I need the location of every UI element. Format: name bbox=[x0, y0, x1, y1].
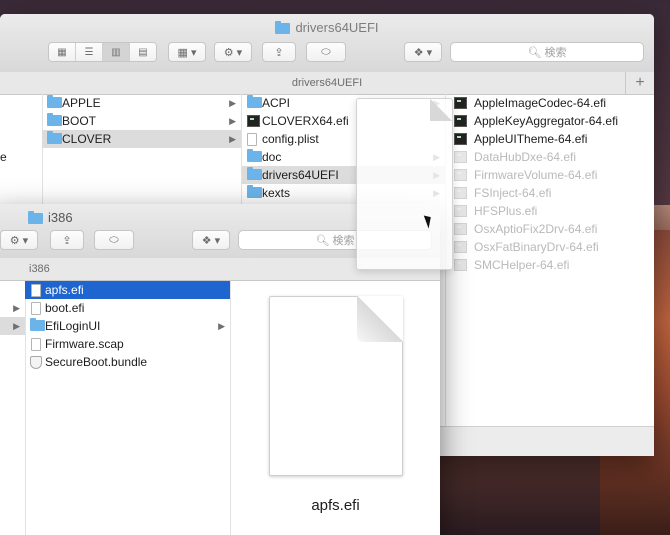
shield-bundle-icon bbox=[30, 356, 42, 369]
search-icon: 🔍︎ bbox=[315, 234, 333, 247]
list-item[interactable]: DataHubDxe-64.efi bbox=[446, 148, 654, 166]
chevron-right-icon: ▶ bbox=[218, 321, 225, 331]
icon-view-button[interactable]: ▦ bbox=[49, 43, 76, 61]
list-item[interactable]: ▶ bbox=[0, 299, 25, 317]
column-0[interactable]: ▶ ▶ bbox=[0, 281, 26, 535]
column-1[interactable]: apfs.efi boot.efi EfiLoginUI ▶ Firmware.s… bbox=[25, 281, 231, 535]
list-item[interactable]: OsxAptioFix2Drv-64.efi bbox=[446, 220, 654, 238]
chevron-right-icon: ▶ bbox=[229, 116, 236, 126]
dropbox-icon: ❖ ▾ bbox=[413, 46, 433, 59]
folder-icon bbox=[47, 95, 62, 108]
document-large-icon bbox=[269, 296, 403, 476]
tags-button[interactable]: ⬭ bbox=[94, 230, 134, 250]
executable-icon bbox=[454, 205, 467, 217]
executable-icon bbox=[454, 223, 467, 235]
list-item[interactable]: EfiLoginUI ▶ bbox=[25, 317, 230, 335]
executable-icon bbox=[247, 115, 260, 127]
executable-icon bbox=[454, 259, 467, 271]
folder-icon bbox=[247, 167, 262, 180]
folder-icon bbox=[47, 113, 62, 126]
search-field[interactable]: 🔍︎ 検索 bbox=[450, 42, 644, 62]
executable-icon bbox=[454, 241, 467, 253]
list-view-button[interactable]: ☰ bbox=[76, 43, 103, 61]
list-item[interactable]: AppleKeyAggregator-64.efi bbox=[446, 112, 654, 130]
list-item[interactable]: e bbox=[0, 148, 42, 166]
dropbox-button[interactable]: ❖ ▾ bbox=[404, 42, 442, 62]
executable-icon bbox=[454, 187, 467, 199]
executable-icon bbox=[454, 115, 467, 127]
preview-pane: apfs.efi bbox=[230, 281, 440, 535]
arrange-icon: ▦ ▾ bbox=[177, 46, 197, 59]
folder-icon bbox=[247, 95, 262, 108]
tag-icon: ⬭ bbox=[109, 233, 119, 246]
list-item[interactable]: apfs.efi bbox=[25, 281, 230, 299]
list-item[interactable]: AppleImageCodec-64.efi bbox=[446, 94, 654, 112]
gallery-view-button[interactable]: ▤ bbox=[130, 43, 156, 61]
document-icon bbox=[31, 284, 41, 297]
list-item[interactable]: boot.efi bbox=[25, 299, 230, 317]
gear-icon: ⚙ ▾ bbox=[9, 234, 29, 247]
arrange-button[interactable]: ▦ ▾ bbox=[168, 42, 206, 62]
tag-icon: ⬭ bbox=[321, 45, 331, 58]
list-item[interactable]: HFSPlus.efi bbox=[446, 202, 654, 220]
executable-icon bbox=[454, 169, 467, 181]
dropbox-icon: ❖ ▾ bbox=[201, 234, 221, 247]
folder-icon bbox=[28, 211, 43, 224]
tags-button[interactable]: ⬭ bbox=[306, 42, 346, 62]
action-button[interactable]: ⚙ ▾ bbox=[0, 230, 38, 250]
list-item[interactable]: Firmware.scap bbox=[25, 335, 230, 353]
window-titlebar[interactable]: drivers64UEFI ▦ ☰ ▥ ▤ ▦ ▾ ⚙ ▾ ⇪ ⬭ ❖ ▾ 🔍︎… bbox=[0, 14, 654, 73]
folder-icon bbox=[247, 149, 262, 162]
list-item[interactable]: FSInject-64.efi bbox=[446, 184, 654, 202]
chevron-right-icon: ▶ bbox=[13, 321, 20, 331]
share-button[interactable]: ⇪ bbox=[262, 42, 296, 62]
add-tab-button[interactable]: + bbox=[625, 72, 654, 94]
window-title: drivers64UEFI bbox=[0, 20, 654, 35]
path-bar: drivers64UEFI + bbox=[0, 72, 654, 95]
list-item[interactable]: SMCHelper-64.efi bbox=[446, 256, 654, 274]
list-item[interactable]: AppleUITheme-64.efi bbox=[446, 130, 654, 148]
document-icon bbox=[31, 338, 41, 351]
drag-ghost-document bbox=[356, 98, 453, 270]
list-item[interactable]: ▶ bbox=[0, 317, 25, 335]
share-icon: ⇪ bbox=[274, 46, 284, 59]
executable-icon bbox=[454, 151, 467, 163]
folder-icon bbox=[275, 21, 291, 34]
document-icon bbox=[31, 302, 41, 315]
list-item[interactable]: OsxFatBinaryDrv-64.efi bbox=[446, 238, 654, 256]
dropbox-button[interactable]: ❖ ▾ bbox=[192, 230, 230, 250]
document-icon bbox=[247, 133, 257, 146]
column-3[interactable]: AppleImageCodec-64.efi AppleKeyAggregato… bbox=[446, 94, 654, 456]
chevron-right-icon: ▶ bbox=[229, 134, 236, 144]
search-icon: 🔍︎ bbox=[527, 46, 545, 59]
chevron-right-icon: ▶ bbox=[13, 303, 20, 313]
list-item[interactable]: FirmwareVolume-64.efi bbox=[446, 166, 654, 184]
folder-icon bbox=[47, 131, 62, 144]
folder-icon bbox=[30, 318, 45, 331]
column-view-button[interactable]: ▥ bbox=[103, 43, 130, 61]
chevron-right-icon: ▶ bbox=[229, 98, 236, 108]
list-item[interactable]: SecureBoot.bundle bbox=[25, 353, 230, 371]
executable-icon bbox=[454, 97, 467, 109]
list-item[interactable]: BOOT ▶ bbox=[42, 112, 241, 130]
status-area bbox=[440, 426, 654, 456]
share-icon: ⇪ bbox=[62, 234, 72, 247]
list-item[interactable]: CLOVER ▶ bbox=[42, 130, 241, 148]
share-button[interactable]: ⇪ bbox=[50, 230, 84, 250]
action-button[interactable]: ⚙ ▾ bbox=[214, 42, 252, 62]
executable-icon bbox=[454, 133, 467, 145]
folder-icon bbox=[247, 185, 262, 198]
list-item[interactable]: APPLE ▶ bbox=[42, 94, 241, 112]
preview-filename: apfs.efi bbox=[311, 497, 360, 514]
view-mode-segmented[interactable]: ▦ ☰ ▥ ▤ bbox=[48, 42, 157, 62]
gear-icon: ⚙ ▾ bbox=[223, 46, 243, 59]
